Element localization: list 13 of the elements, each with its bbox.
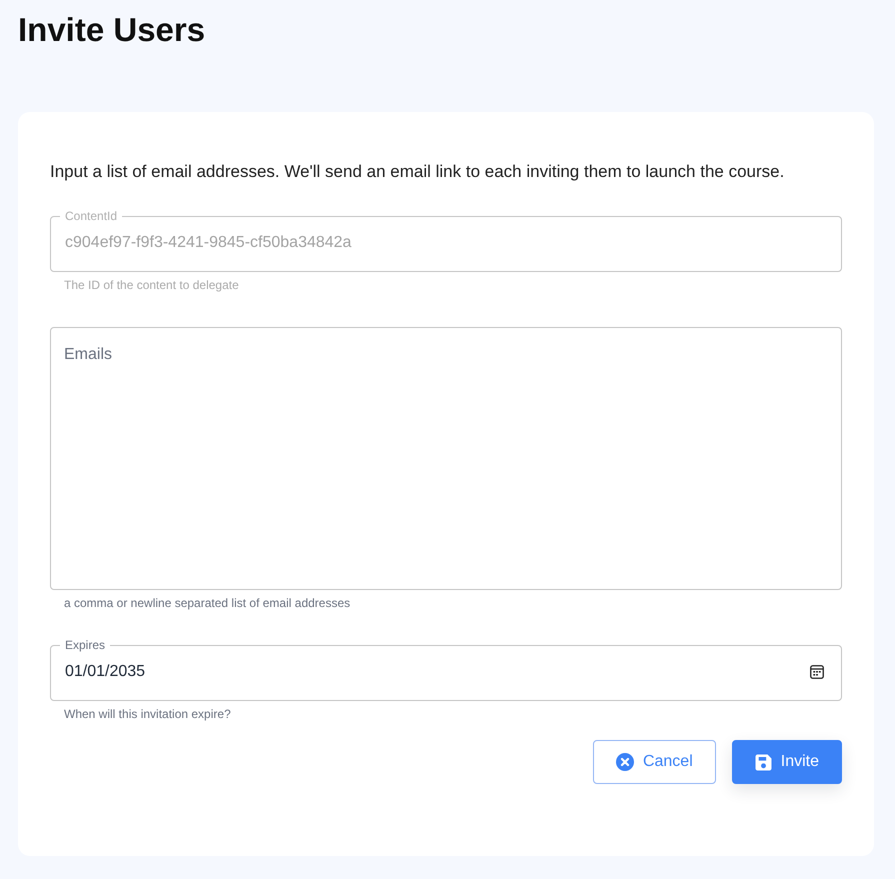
field-label: ContentId <box>64 209 118 223</box>
invite-button[interactable]: Invite <box>732 740 842 784</box>
helper-text: a comma or newline separated list of email addresses <box>64 595 350 611</box>
textarea-field[interactable]: Emails <box>50 327 842 590</box>
helper-text: When will this invitation expire? <box>64 706 231 722</box>
calendar-icon[interactable] <box>810 665 824 679</box>
field-label: Expires <box>64 638 106 652</box>
x-circle-icon <box>616 753 634 771</box>
helper-text: The ID of the content to delegate <box>64 277 239 293</box>
page-title: Invite Users <box>18 10 206 50</box>
date-field[interactable]: Expires 01/01/2035 <box>50 638 842 701</box>
intro-text: Input a list of email addresses. We'll send an email link to each inviting them to launch the course. <box>50 161 786 183</box>
cancel-button[interactable]: Cancel <box>592 740 716 784</box>
